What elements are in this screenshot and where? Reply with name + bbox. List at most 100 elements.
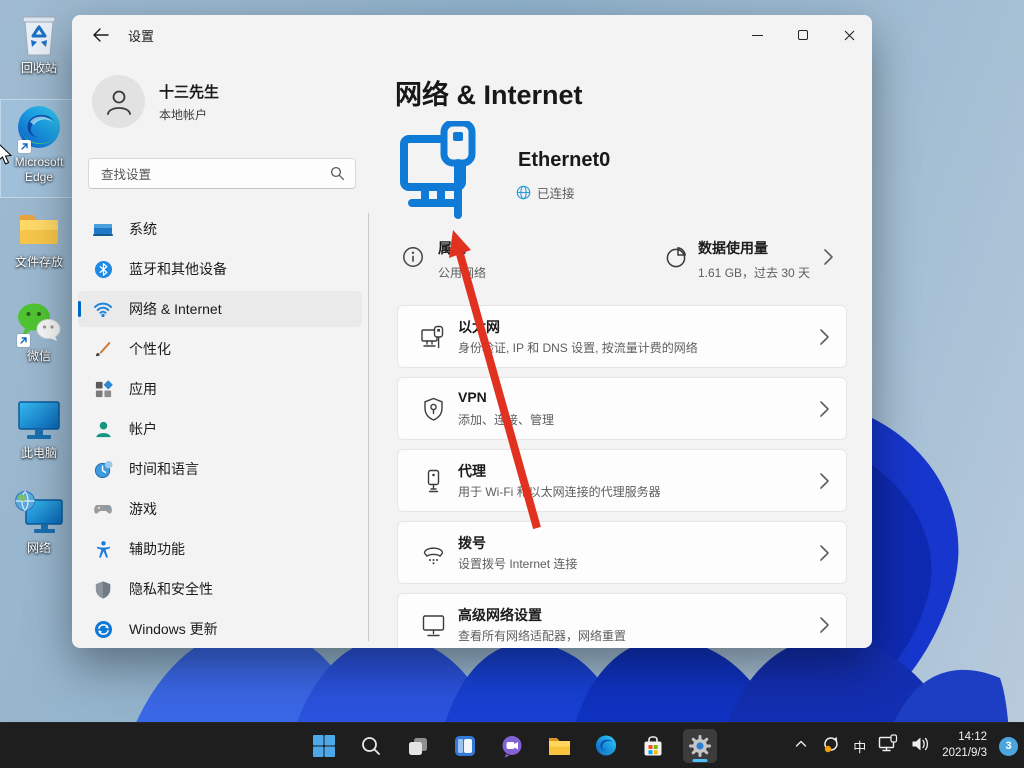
- desktop-icon-this-pc[interactable]: 此电脑: [1, 391, 77, 461]
- dialup-phone-icon: [420, 540, 447, 572]
- card-advanced-network[interactable]: 高级网络设置 查看所有网络适配器，网络重置: [397, 593, 847, 648]
- settings-window: 设置 十三先生 本地帐户 查找设置 系统 蓝牙和其他设备 网络 & Intern…: [72, 15, 872, 648]
- desktop-icon-label: 回收站: [20, 61, 57, 75]
- desktop-icon-recycle-bin[interactable]: 回收站: [1, 6, 77, 76]
- desktop-icon-label: Microsoft Edge: [14, 155, 64, 184]
- desktop-icon-files[interactable]: 文件存放: [1, 200, 77, 270]
- system-icon: [93, 219, 113, 239]
- tray-chevron-up-icon[interactable]: [793, 736, 809, 757]
- shield-icon: [93, 579, 113, 599]
- chat-button[interactable]: [495, 729, 529, 763]
- wechat-icon: [15, 297, 63, 347]
- search-icon: [330, 166, 345, 181]
- notification-badge[interactable]: 3: [999, 736, 1018, 756]
- sidebar-item-privacy[interactable]: 隐私和安全性: [78, 571, 362, 607]
- taskbar: 中 14:12 2021/9/3 3: [0, 722, 1024, 768]
- window-title: 设置: [128, 28, 155, 44]
- titlebar: 设置: [72, 15, 872, 55]
- chevron-right-icon: [818, 471, 830, 496]
- minimize-button[interactable]: [734, 15, 780, 55]
- account-type: 本地帐户: [159, 107, 208, 122]
- user-profile[interactable]: 十三先生 本地帐户: [92, 75, 219, 128]
- edge-icon: [16, 103, 62, 153]
- paintbrush-icon: [93, 339, 113, 359]
- chevron-right-icon: [818, 399, 830, 424]
- sidebar-item-personalization[interactable]: 个性化: [78, 331, 362, 367]
- maximize-button[interactable]: [780, 15, 826, 55]
- gamepad-icon: [93, 499, 113, 519]
- store-button[interactable]: [636, 729, 670, 763]
- desktop-icon-edge[interactable]: Microsoft Edge: [0, 99, 78, 198]
- desktop-icon-label: 网络: [26, 541, 51, 555]
- proxy-server-icon: [420, 468, 447, 500]
- accessibility-icon: [93, 539, 113, 559]
- desktop-icon-label: 文件存放: [14, 255, 63, 269]
- update-icon: [93, 619, 113, 639]
- ime-indicator[interactable]: 中: [853, 737, 866, 756]
- user-name: 十三先生: [159, 83, 220, 101]
- back-button[interactable]: [84, 20, 116, 50]
- desktop-icon-label: 微信: [26, 349, 51, 363]
- task-view-button[interactable]: [401, 729, 435, 763]
- monitor-icon: [15, 394, 63, 444]
- start-button[interactable]: [307, 729, 341, 763]
- sidebar-item-bluetooth[interactable]: 蓝牙和其他设备: [78, 251, 362, 287]
- sidebar-item-accessibility[interactable]: 辅助功能: [78, 531, 362, 567]
- avatar: [92, 75, 145, 128]
- bluetooth-icon: [93, 259, 113, 279]
- info-icon: [402, 246, 424, 273]
- clock-date: 2021/9/3: [942, 747, 987, 759]
- card-proxy[interactable]: 代理 用于 Wi-Fi 和以太网连接的代理服务器: [397, 449, 847, 512]
- close-button[interactable]: [826, 15, 872, 55]
- properties-item[interactable]: 属性 公用网络: [438, 238, 486, 281]
- sidebar-item-windows-update[interactable]: Windows 更新: [78, 611, 362, 647]
- search-button[interactable]: [354, 729, 388, 763]
- chevron-right-icon[interactable]: [822, 247, 834, 272]
- recycle-bin-icon: [18, 9, 60, 59]
- sidebar-item-network[interactable]: 网络 & Internet: [78, 291, 362, 327]
- connection-status: 已连接: [516, 183, 575, 202]
- data-usage-item[interactable]: 数据使用量 1.61 GB，过去 30 天: [698, 238, 810, 281]
- desktop-icon-label: 此电脑: [20, 446, 57, 460]
- wifi-icon: [93, 299, 113, 319]
- shortcut-arrow-icon: [17, 334, 30, 347]
- sidebar-item-system[interactable]: 系统: [78, 211, 362, 247]
- sidebar-item-gaming[interactable]: 游戏: [78, 491, 362, 527]
- tray-network-icon[interactable]: [878, 734, 898, 758]
- tray-update-icon[interactable]: [821, 734, 841, 759]
- network-globe-icon: [14, 489, 64, 539]
- network-adapter-icon: [420, 612, 447, 644]
- sidebar-nav: 系统 蓝牙和其他设备 网络 & Internet 个性化 应用 帐户 时间和语言…: [78, 211, 362, 648]
- card-ethernet[interactable]: 以太网 身份验证, IP 和 DNS 设置, 按流量计费的网络: [397, 305, 847, 368]
- widgets-button[interactable]: [448, 729, 482, 763]
- page-title: 网络 & Internet: [395, 80, 583, 110]
- sidebar-item-accounts[interactable]: 帐户: [78, 411, 362, 447]
- card-dialup[interactable]: 拨号 设置拨号 Internet 连接: [397, 521, 847, 584]
- search-placeholder: 查找设置: [101, 168, 152, 182]
- pie-chart-icon: [664, 245, 688, 274]
- chevron-right-icon: [818, 615, 830, 640]
- account-person-icon: [93, 419, 113, 439]
- apps-icon: [93, 379, 113, 399]
- search-input[interactable]: 查找设置: [88, 158, 356, 189]
- ethernet-icon: [420, 324, 447, 356]
- card-vpn[interactable]: VPN 添加、连接、管理: [397, 377, 847, 440]
- ethernet-hero-icon: [398, 119, 482, 226]
- status-text: 已连接: [537, 187, 575, 201]
- sidebar-item-time-language[interactable]: 时间和语言: [78, 451, 362, 487]
- clock-icon: [93, 459, 113, 479]
- taskbar-clock[interactable]: 14:12 2021/9/3: [942, 730, 987, 761]
- settings-button[interactable]: [683, 729, 717, 763]
- edge-button[interactable]: [589, 729, 623, 763]
- desktop-icon-wechat[interactable]: 微信: [1, 294, 77, 364]
- sidebar-divider: [368, 213, 369, 641]
- chevron-right-icon: [818, 327, 830, 352]
- desktop-icon-network[interactable]: 网络: [1, 486, 77, 556]
- globe-icon: [516, 185, 531, 200]
- connection-name: Ethernet0: [518, 149, 611, 171]
- file-explorer-button[interactable]: [542, 729, 576, 763]
- clock-time: 14:12: [958, 731, 987, 744]
- mouse-cursor: [0, 142, 13, 171]
- tray-volume-icon[interactable]: [910, 735, 930, 758]
- sidebar-item-apps[interactable]: 应用: [78, 371, 362, 407]
